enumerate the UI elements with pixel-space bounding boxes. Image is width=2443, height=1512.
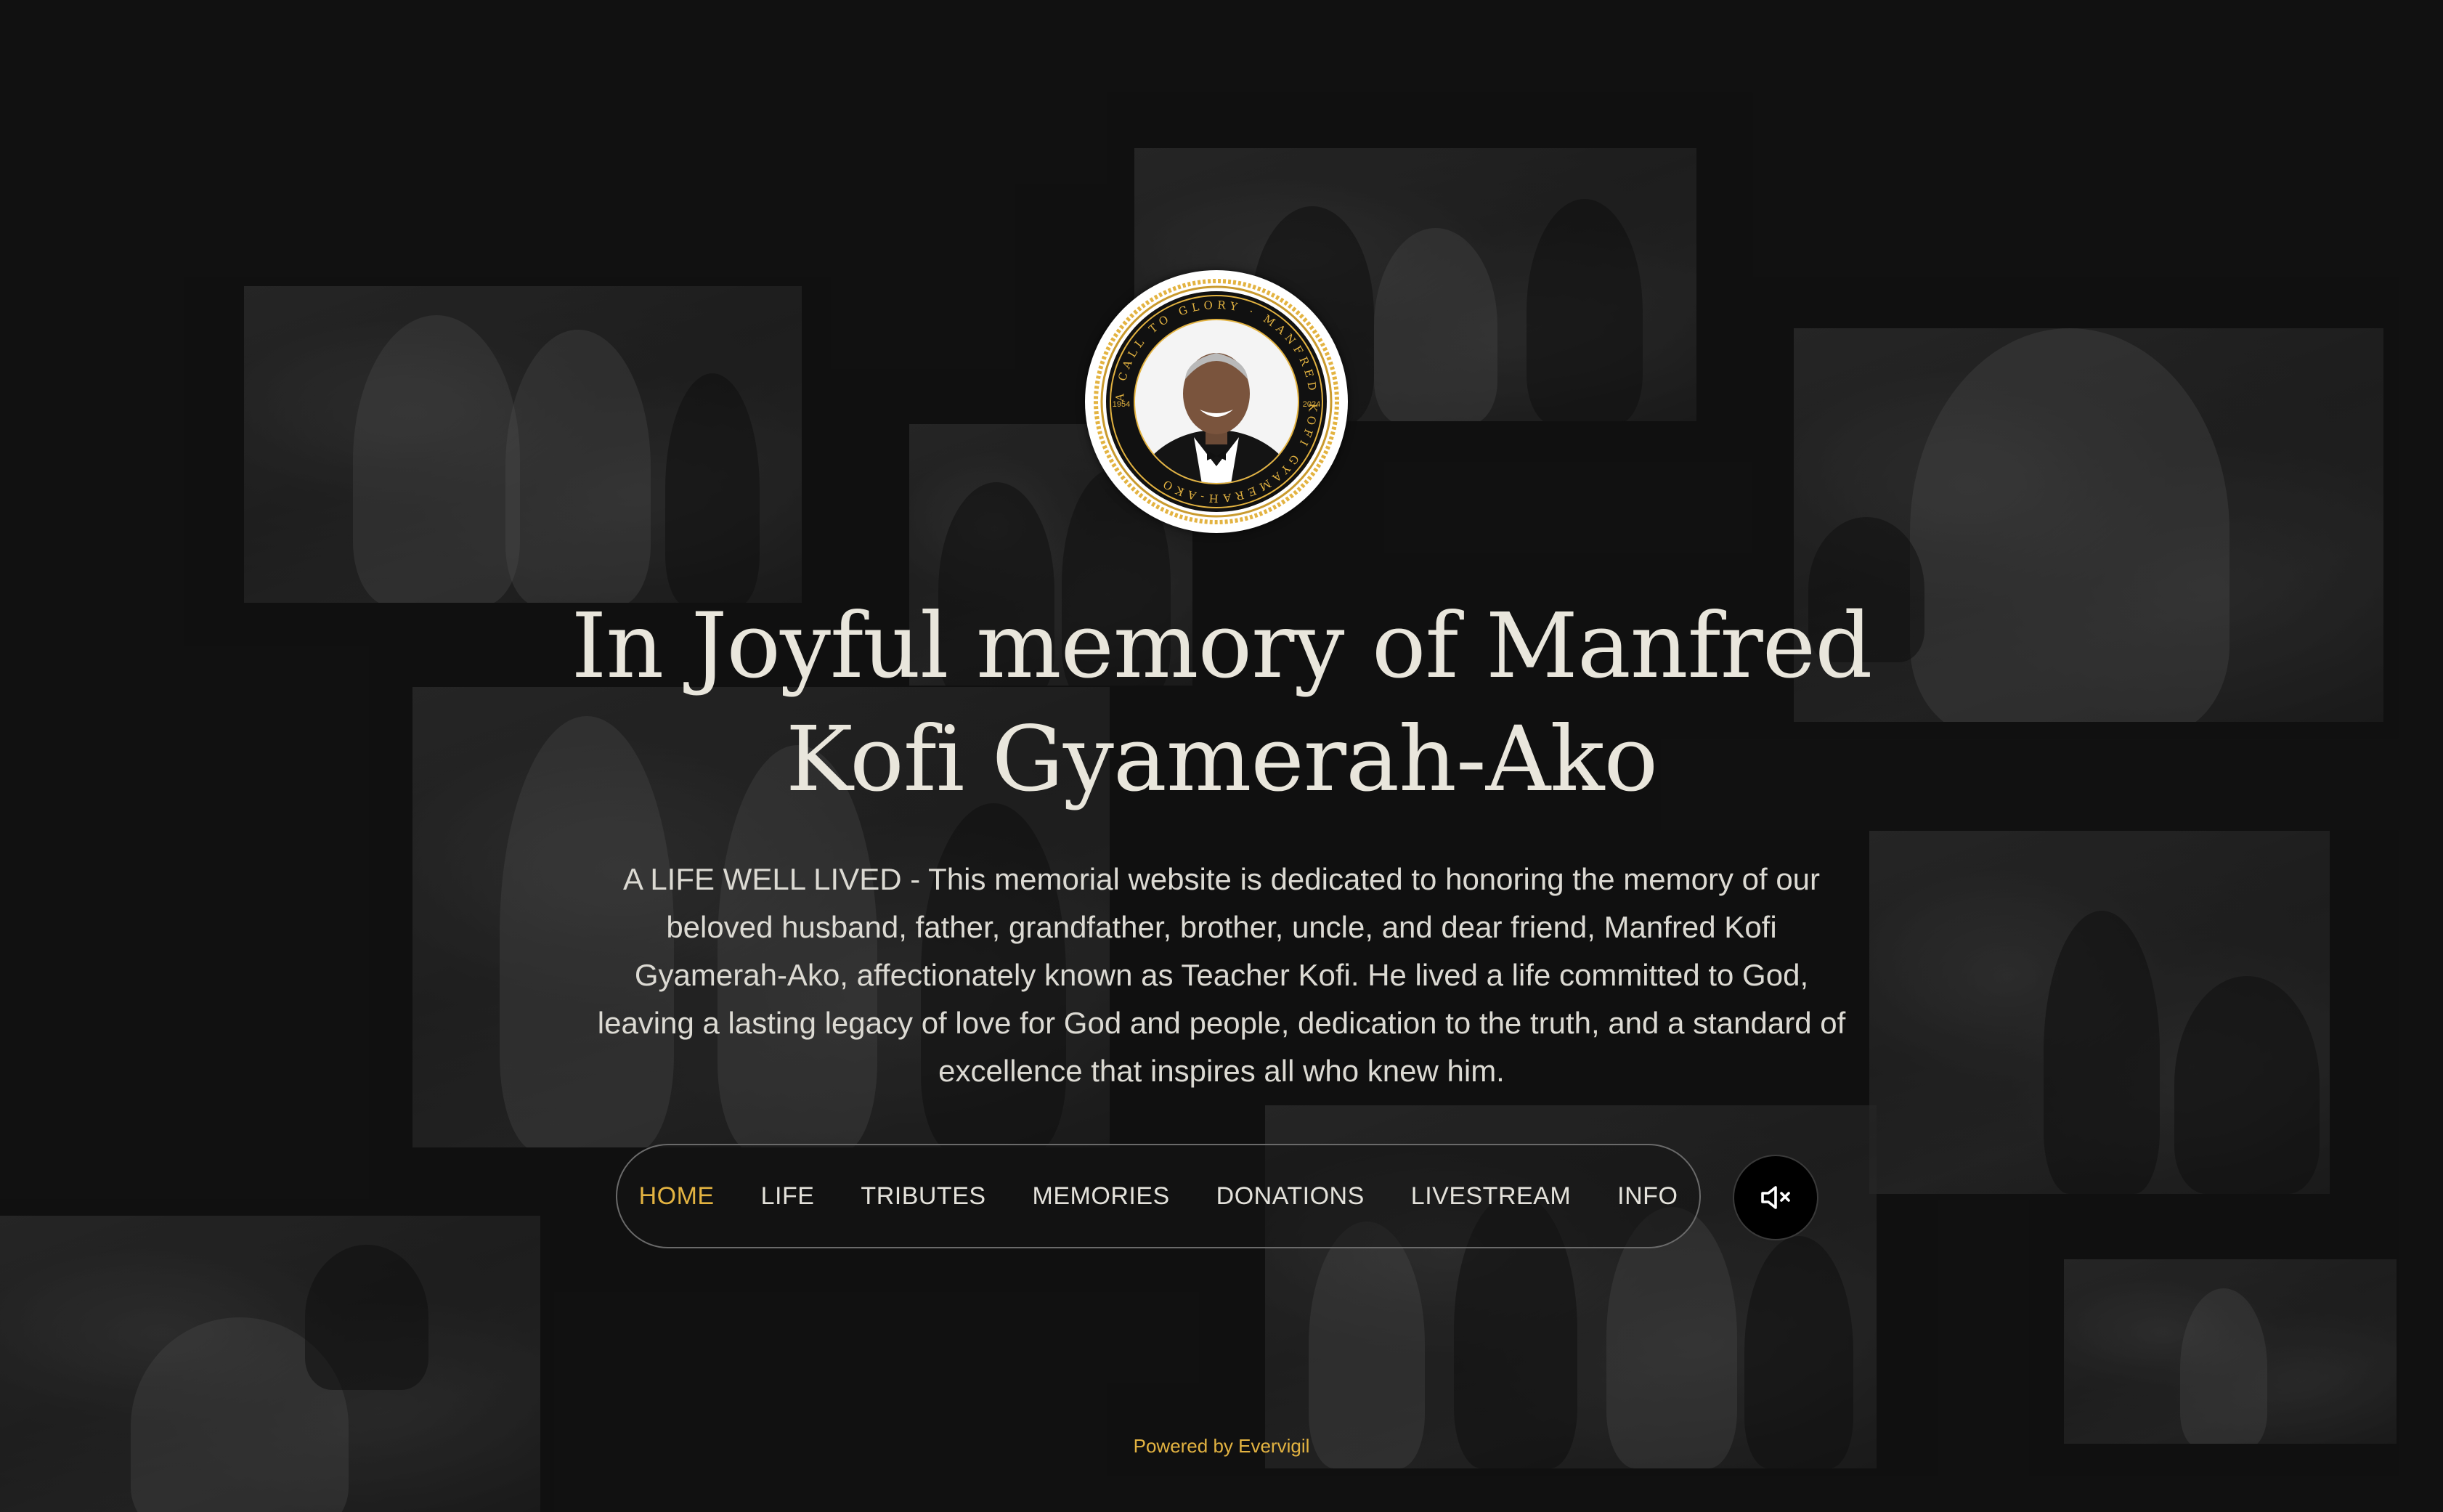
nav-item-life[interactable]: LIFE (761, 1182, 815, 1211)
page-title-line-2: Kofi Gyamerah-Ako (785, 707, 1658, 812)
memorial-hero: A CALL TO GLORY · MANFRED KOFI GYAMERAH-… (0, 0, 2443, 1512)
mute-audio-button[interactable] (1733, 1155, 1818, 1240)
medallion-year-right: 2024 (1303, 400, 1320, 409)
medallion-year-left: 1954 (1113, 400, 1130, 409)
nav-item-home[interactable]: HOME (639, 1182, 715, 1211)
intro-line: A LIFE WELL LIVED - This memorial websit… (622, 862, 1821, 896)
intro-paragraph: A LIFE WELL LIVED - This memorial websit… (561, 855, 1882, 1095)
intro-line: beloved husband, father, grandfather, br… (666, 910, 1777, 944)
nav-item-memories[interactable]: MEMORIES (1033, 1182, 1170, 1211)
portrait-medallion: A CALL TO GLORY · MANFRED KOFI GYAMERAH-… (1085, 270, 1348, 533)
intro-line: Gyamerah-Ako, affectionately known as Te… (634, 958, 1809, 992)
nav-item-livestream[interactable]: LIVESTREAM (1411, 1182, 1571, 1211)
intro-line: leaving a lasting legacy of love for God… (597, 1006, 1846, 1040)
page-title: In Joyful memory of Manfred Kofi Gyamera… (495, 590, 1948, 816)
intro-line: excellence that inspires all who knew hi… (938, 1054, 1505, 1088)
powered-by-link[interactable]: Powered by Evervigil (1004, 1435, 1439, 1458)
nav-item-tributes[interactable]: TRIBUTES (861, 1182, 985, 1211)
volume-muted-icon (1761, 1186, 1790, 1209)
nav-item-info[interactable]: INFO (1617, 1182, 1678, 1211)
medallion-graphic: A CALL TO GLORY · MANFRED KOFI GYAMERAH-… (1089, 274, 1344, 529)
main-navigation: HOME LIFE TRIBUTES MEMORIES DONATIONS LI… (616, 1144, 1701, 1248)
nav-item-donations[interactable]: DONATIONS (1216, 1182, 1365, 1211)
page-title-line-1: In Joyful memory of Manfred (571, 594, 1872, 699)
